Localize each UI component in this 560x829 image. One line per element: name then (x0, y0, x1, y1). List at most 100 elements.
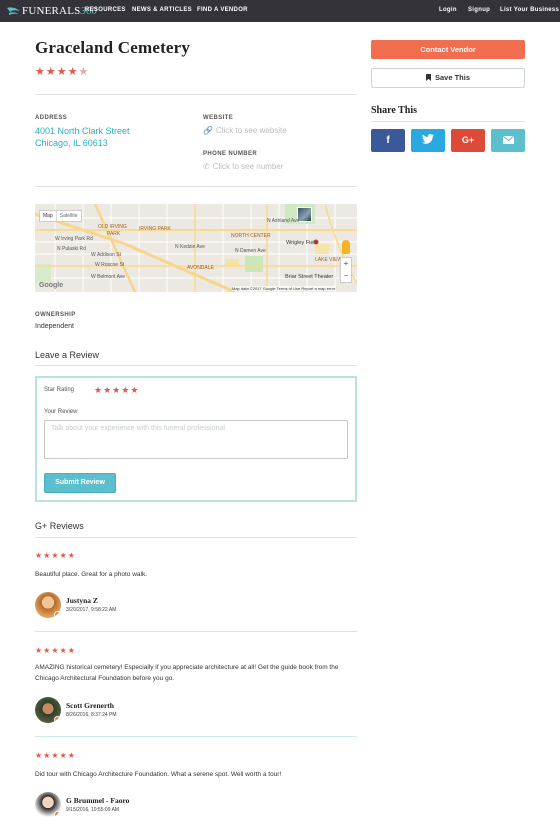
save-this-button[interactable]: Save This (371, 68, 525, 88)
map-label: LAKE VIEW (315, 257, 342, 263)
local-guide-badge-icon (54, 811, 61, 818)
local-guide-badge-icon (54, 716, 61, 723)
reviews-heading: G+ Reviews (35, 521, 84, 531)
star-icon: ★ (51, 751, 59, 760)
star-icon: ★ (51, 551, 59, 560)
map-type-satellite[interactable]: Satellite (55, 211, 81, 221)
address-line-1: 4001 North Clark Street (35, 126, 130, 136)
bookmark-icon (425, 74, 431, 81)
star-rating-input[interactable]: ★ ★ ★ ★ ★ (94, 385, 139, 396)
star-icon: ★ (67, 751, 75, 760)
phone-link-text: Click to see number (212, 162, 284, 171)
map-label: Wrigley Field (286, 240, 318, 246)
map-label: PARK (107, 231, 121, 237)
website-link[interactable]: 🔗 Click to see website (203, 126, 287, 135)
review-date: 3/20/2017, 9:58:22 AM (66, 607, 117, 613)
reviewer-name: G Brummel - Faoro (66, 796, 130, 805)
street-view-pegman-icon[interactable] (342, 240, 350, 254)
address-line-2: Chicago, IL 60613 (35, 138, 108, 148)
share-facebook-button[interactable]: f (371, 129, 405, 152)
map-type-toggle[interactable]: Map Satellite (39, 210, 82, 222)
star-icon: ★ (59, 551, 67, 560)
location-map[interactable]: Map Satellite OLD IRVING PARK IRVING PAR… (35, 204, 357, 292)
share-email-button[interactable] (491, 129, 525, 152)
nav-link-list-business[interactable]: List Your Business (500, 7, 559, 13)
divider (35, 736, 357, 737)
phone-link[interactable]: ✆ Click to see number (203, 162, 283, 171)
review-date: 9/15/2016, 10:55:09 AM (66, 807, 120, 813)
map-label: N Pulaski Rd (57, 246, 86, 252)
map-label: W Roscoe St (95, 262, 125, 268)
save-this-label: Save This (434, 73, 471, 82)
phone-icon: ✆ (203, 162, 210, 171)
avatar (35, 792, 61, 818)
map-label: IRVING PARK (139, 226, 171, 232)
review-text: Did tour with Chicago Architecture Found… (35, 771, 282, 778)
star-icon: ★ (59, 751, 67, 760)
address-link[interactable]: 4001 North Clark Street Chicago, IL 6061… (35, 125, 130, 149)
half-star-icon: ★ (78, 66, 89, 78)
email-icon (502, 135, 514, 144)
address-label: ADDRESS (35, 115, 68, 121)
review-text: Beautiful place. Great for a photo walk. (35, 571, 148, 578)
facebook-icon: f (386, 135, 390, 146)
map-footer[interactable]: Map data ©2017 Google Terms of Use Repor… (232, 286, 336, 291)
star-icon: ★ (35, 751, 43, 760)
star-icon: ★ (35, 551, 43, 560)
star-icon: ★ (35, 646, 43, 655)
star-icon: ★ (67, 646, 75, 655)
star-icon: ★ (45, 66, 56, 78)
map-label: NORTH CENTER (231, 233, 271, 239)
nav-link-resources[interactable]: RESOURCES (85, 7, 126, 13)
google-logo: Google (39, 282, 64, 289)
nav-link-news[interactable]: NEWS & ARTICLES (132, 7, 192, 13)
star-icon: ★ (56, 66, 67, 78)
star-icon[interactable]: ★ (103, 385, 111, 396)
star-icon: ★ (67, 551, 75, 560)
map-label: W Belmont Ave (91, 274, 126, 280)
submit-review-button[interactable]: Submit Review (44, 473, 116, 493)
map-label: N Damen Ave (235, 248, 266, 254)
map-zoom-control[interactable]: + − (340, 257, 352, 283)
review-stars: ★ ★ ★ ★ ★ (35, 750, 76, 761)
star-icon[interactable]: ★ (121, 385, 129, 396)
logo[interactable]: FUNERALS 360 (7, 4, 97, 18)
review-text: AMAZING historical cemetery! Especially … (35, 664, 339, 682)
nav-link-login[interactable]: Login (439, 7, 457, 13)
zoom-out-icon[interactable]: − (341, 270, 351, 282)
reviewer-name: Justyna Z (66, 596, 98, 605)
star-icon: ★ (35, 66, 45, 78)
link-icon: 🔗 (203, 126, 213, 135)
contact-vendor-button[interactable]: Contact Vendor (371, 40, 525, 59)
star-icon[interactable]: ★ (130, 385, 138, 396)
divider (371, 121, 525, 122)
nav-link-find-vendor[interactable]: FIND A VENDOR (197, 7, 248, 13)
review-stars: ★ ★ ★ ★ ★ (35, 550, 76, 561)
map-type-map[interactable]: Map (40, 211, 56, 221)
zoom-in-icon[interactable]: + (341, 258, 351, 270)
reviewer-name: Scott Grenerth (66, 701, 114, 710)
star-icon[interactable]: ★ (112, 385, 120, 396)
page-title: Graceland Cemetery (35, 38, 191, 57)
star-icon: ★ (43, 646, 51, 655)
local-guide-badge-icon (54, 611, 61, 618)
avatar (35, 592, 61, 618)
star-icon: ★ (59, 646, 67, 655)
review-textarea[interactable]: Talk about your experience with this fun… (44, 420, 348, 459)
divider (35, 365, 357, 366)
top-nav: FUNERALS 360 RESOURCES NEWS & ARTICLES FI… (0, 0, 560, 22)
website-link-text: Click to see website (215, 126, 287, 135)
nav-link-signup[interactable]: Signup (468, 7, 490, 13)
map-label: OLD IRVING (98, 224, 127, 230)
share-google-plus-button[interactable]: G+ (451, 129, 485, 152)
ownership-label: OWNERSHIP (35, 312, 76, 318)
logo-text: FUNERALS (22, 5, 81, 17)
star-icon: ★ (43, 551, 51, 560)
website-label: WEBSITE (203, 115, 234, 121)
share-twitter-button[interactable] (411, 129, 445, 152)
map-label: AVONDALE (187, 265, 214, 271)
share-title: Share This (371, 105, 418, 116)
star-icon[interactable]: ★ (94, 385, 102, 396)
star-icon: ★ (67, 66, 78, 78)
star-icon: ★ (43, 751, 51, 760)
